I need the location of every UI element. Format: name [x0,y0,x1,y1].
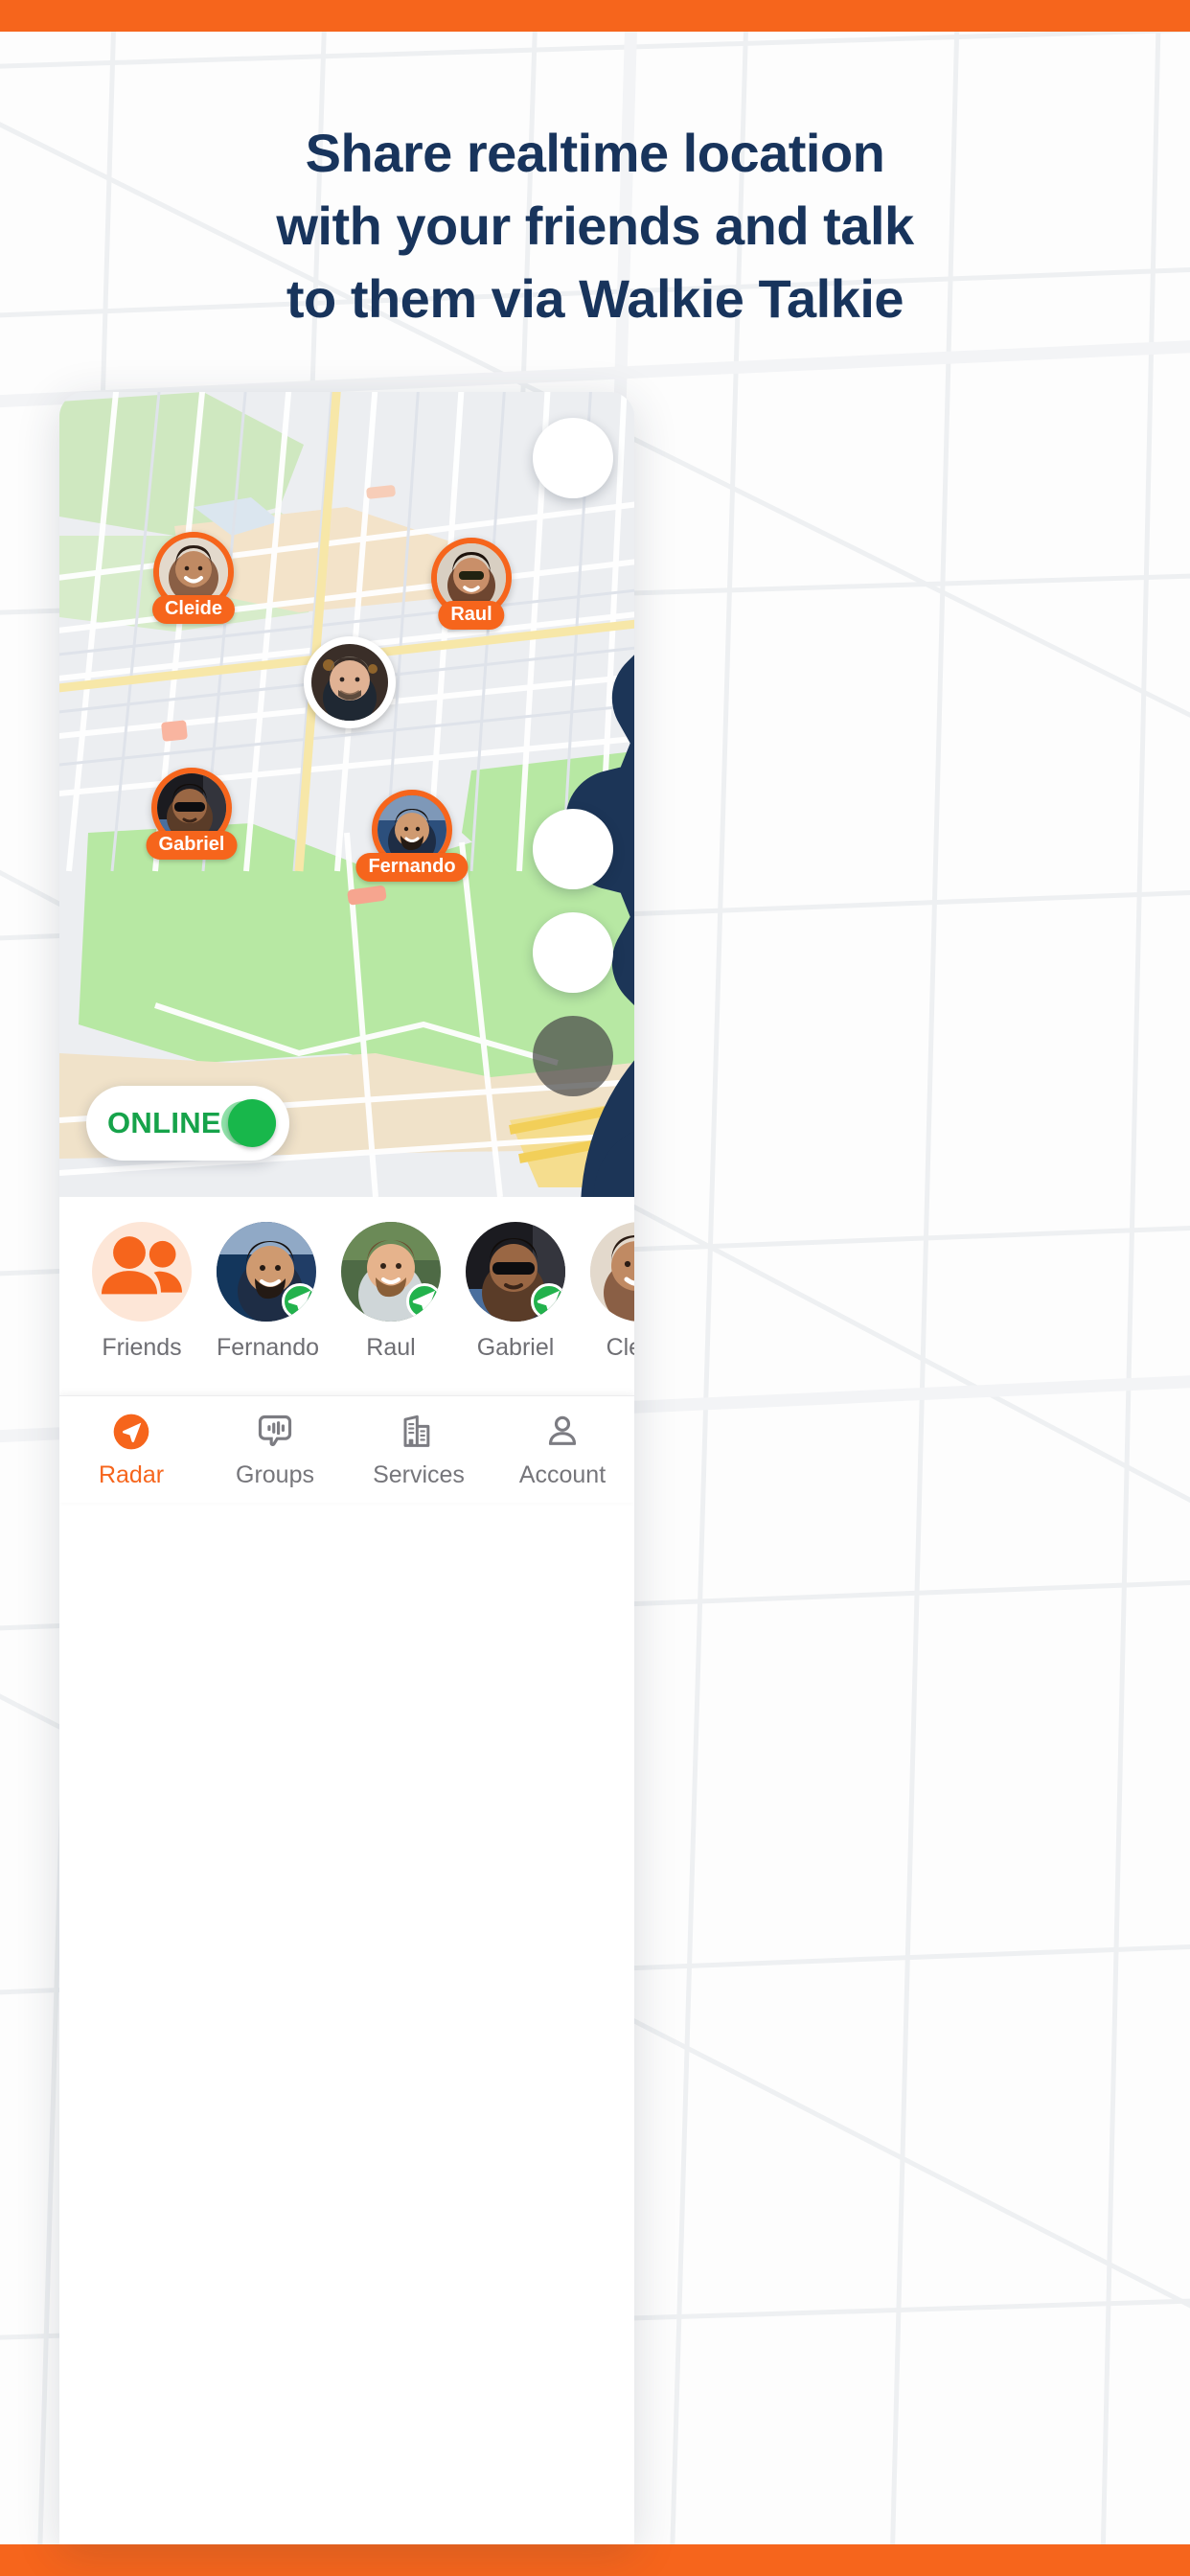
avatar [590,1222,634,1322]
friend-label: Fernando [217,1334,320,1361]
friends-strip[interactable]: Friends Fernando Raul Gabriel Cl [59,1197,634,1373]
nav-item-account[interactable]: Account [491,1411,634,1489]
avatar [341,1222,441,1322]
online-status-toggle[interactable]: ONLINE [86,1086,289,1161]
top-orange-bar [0,0,1190,32]
buildings-icon [403,1414,430,1447]
avatar [92,1222,192,1322]
bottom-orange-bar [0,2544,1190,2576]
friends-group-icon [101,1236,183,1295]
nav-item-radar[interactable]: Radar [59,1411,203,1489]
friends-label: Friends [102,1334,182,1361]
radar-icon-wrap [59,1411,203,1453]
nav-label: Radar [98,1460,165,1488]
friend-item-gabriel[interactable]: Gabriel [466,1222,565,1362]
map-marker-self[interactable] [304,636,396,728]
online-badge [282,1283,316,1320]
marker-label: Fernando [355,853,469,882]
locate-crosshair-icon [533,1016,634,1197]
online-badge [531,1283,565,1320]
headline-line-3: to them via Walkie Talkie [286,268,904,330]
nav-item-services[interactable]: Services [347,1411,491,1489]
headline-line-2: with your friends and talk [276,196,914,257]
person-icon [548,1415,577,1445]
nav-item-groups[interactable]: Groups [203,1411,347,1489]
map-marker-gabriel[interactable]: Gabriel [146,768,238,860]
map-camera-button[interactable] [533,809,634,1197]
headline-line-1: Share realtime location [305,123,885,183]
groups-icon-wrap [203,1411,347,1453]
friend-label: Raul [366,1334,416,1361]
marker-label: Gabriel [146,831,238,860]
map-marker-raul[interactable]: Raul [431,538,512,630]
bottom-navigation[interactable]: Radar Groups Services Account [59,1395,634,1503]
page-headline: Share realtime location with your friend… [0,117,1190,335]
map-settings-button[interactable] [533,418,634,1005]
friend-label: Gabriel [476,1334,555,1361]
friend-item-raul[interactable]: Raul [341,1222,441,1362]
avatar [217,1222,316,1322]
services-icon-wrap [347,1411,491,1453]
self-avatar [304,636,396,728]
online-switch[interactable] [220,1099,276,1147]
marker-label: Raul [438,601,505,630]
nav-label: Account [518,1460,606,1488]
online-badge [406,1283,441,1320]
map-view[interactable]: Cleide Raul Gabriel Fernando ONLINE [59,392,634,1197]
account-icon-wrap [491,1411,634,1453]
friend-item-fernando[interactable]: Fernando [217,1222,320,1362]
nav-label: Services [373,1460,465,1488]
self-avatar-marker [311,644,388,721]
marker-label: Cleide [151,595,236,624]
navigation-arrow-icon [537,1290,561,1315]
avatar [590,1222,634,1322]
friend-item-cleide[interactable]: Cleide [590,1222,634,1362]
navigation-arrow-icon [287,1290,311,1315]
speech-waveform-icon [258,1414,292,1446]
friends-list-button[interactable]: Friends [92,1222,192,1362]
navigation-arrow-icon [113,1414,149,1449]
avatar [466,1222,565,1322]
friend-label: Cleide [606,1334,634,1361]
map-marker-cleide[interactable]: Cleide [151,532,236,624]
switch-knob [228,1099,276,1147]
map-marker-fernando[interactable]: Fernando [355,790,469,882]
nav-label: Groups [236,1460,314,1488]
map-walkie-talkie-button[interactable] [533,912,634,1197]
phone-mockup: Cleide Raul Gabriel Fernando ONLINE Frie… [59,392,634,2544]
map-locate-button[interactable] [533,1016,613,1096]
online-label: ONLINE [107,1106,221,1139]
navigation-arrow-icon [412,1290,436,1315]
